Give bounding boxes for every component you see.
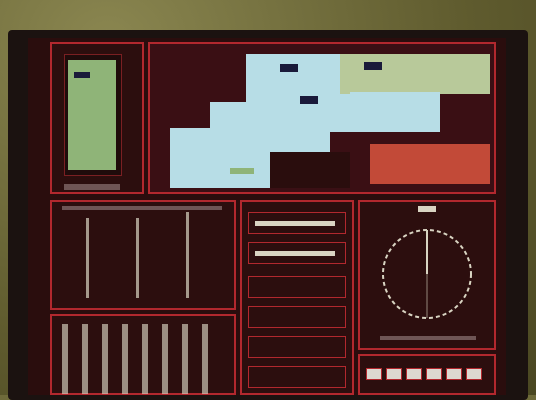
readout-row-3[interactable]	[248, 276, 346, 298]
bar-3	[102, 324, 108, 394]
readouts-panel	[240, 200, 354, 395]
strip-button-5[interactable]	[446, 368, 462, 380]
trend-line-1	[86, 218, 89, 298]
trend-line-2	[136, 218, 139, 298]
map-marker-3[interactable]	[364, 62, 382, 70]
map-region-red	[370, 144, 490, 184]
level-gauge-panel	[50, 42, 144, 194]
strip-button-4[interactable]	[426, 368, 442, 380]
trend-line-3	[186, 212, 189, 298]
trend-panel	[50, 200, 236, 310]
readout-row-6[interactable]	[248, 366, 346, 388]
bar-strip-panel	[50, 314, 236, 395]
strip-button-6[interactable]	[466, 368, 482, 380]
readout-row-1[interactable]	[248, 212, 346, 234]
map-region-green	[340, 54, 490, 94]
circular-dial-icon	[382, 229, 472, 319]
readout-row-2-value	[255, 251, 335, 256]
map-marker-2[interactable]	[300, 96, 318, 104]
bar-6	[162, 324, 168, 394]
readout-row-1-value	[255, 221, 335, 226]
map-region-light-d	[170, 154, 280, 188]
bar-8	[202, 324, 208, 394]
readout-row-5[interactable]	[248, 336, 346, 358]
map-region-light-e	[350, 92, 440, 132]
strip-button-2[interactable]	[386, 368, 402, 380]
bar-4	[122, 324, 128, 394]
readout-row-4[interactable]	[248, 306, 346, 328]
trend-header	[62, 206, 222, 210]
bar-1	[62, 324, 68, 394]
bar-2	[82, 324, 88, 394]
hmi-screen	[28, 38, 506, 395]
process-map-panel	[148, 42, 496, 194]
readout-row-2[interactable]	[248, 242, 346, 264]
strip-button-1[interactable]	[366, 368, 382, 380]
dial-top-marker	[418, 206, 436, 212]
level-gauge-label	[64, 184, 120, 190]
map-marker-4[interactable]	[230, 168, 254, 174]
map-marker-1[interactable]	[280, 64, 298, 72]
bar-5	[142, 324, 148, 394]
bar-7	[182, 324, 188, 394]
dial-bottom-label	[380, 336, 476, 340]
button-strip-panel	[358, 354, 496, 395]
dial-panel	[358, 200, 496, 350]
level-gauge-marker	[74, 72, 90, 78]
strip-button-3[interactable]	[406, 368, 422, 380]
map-region-dark-block	[270, 152, 350, 188]
